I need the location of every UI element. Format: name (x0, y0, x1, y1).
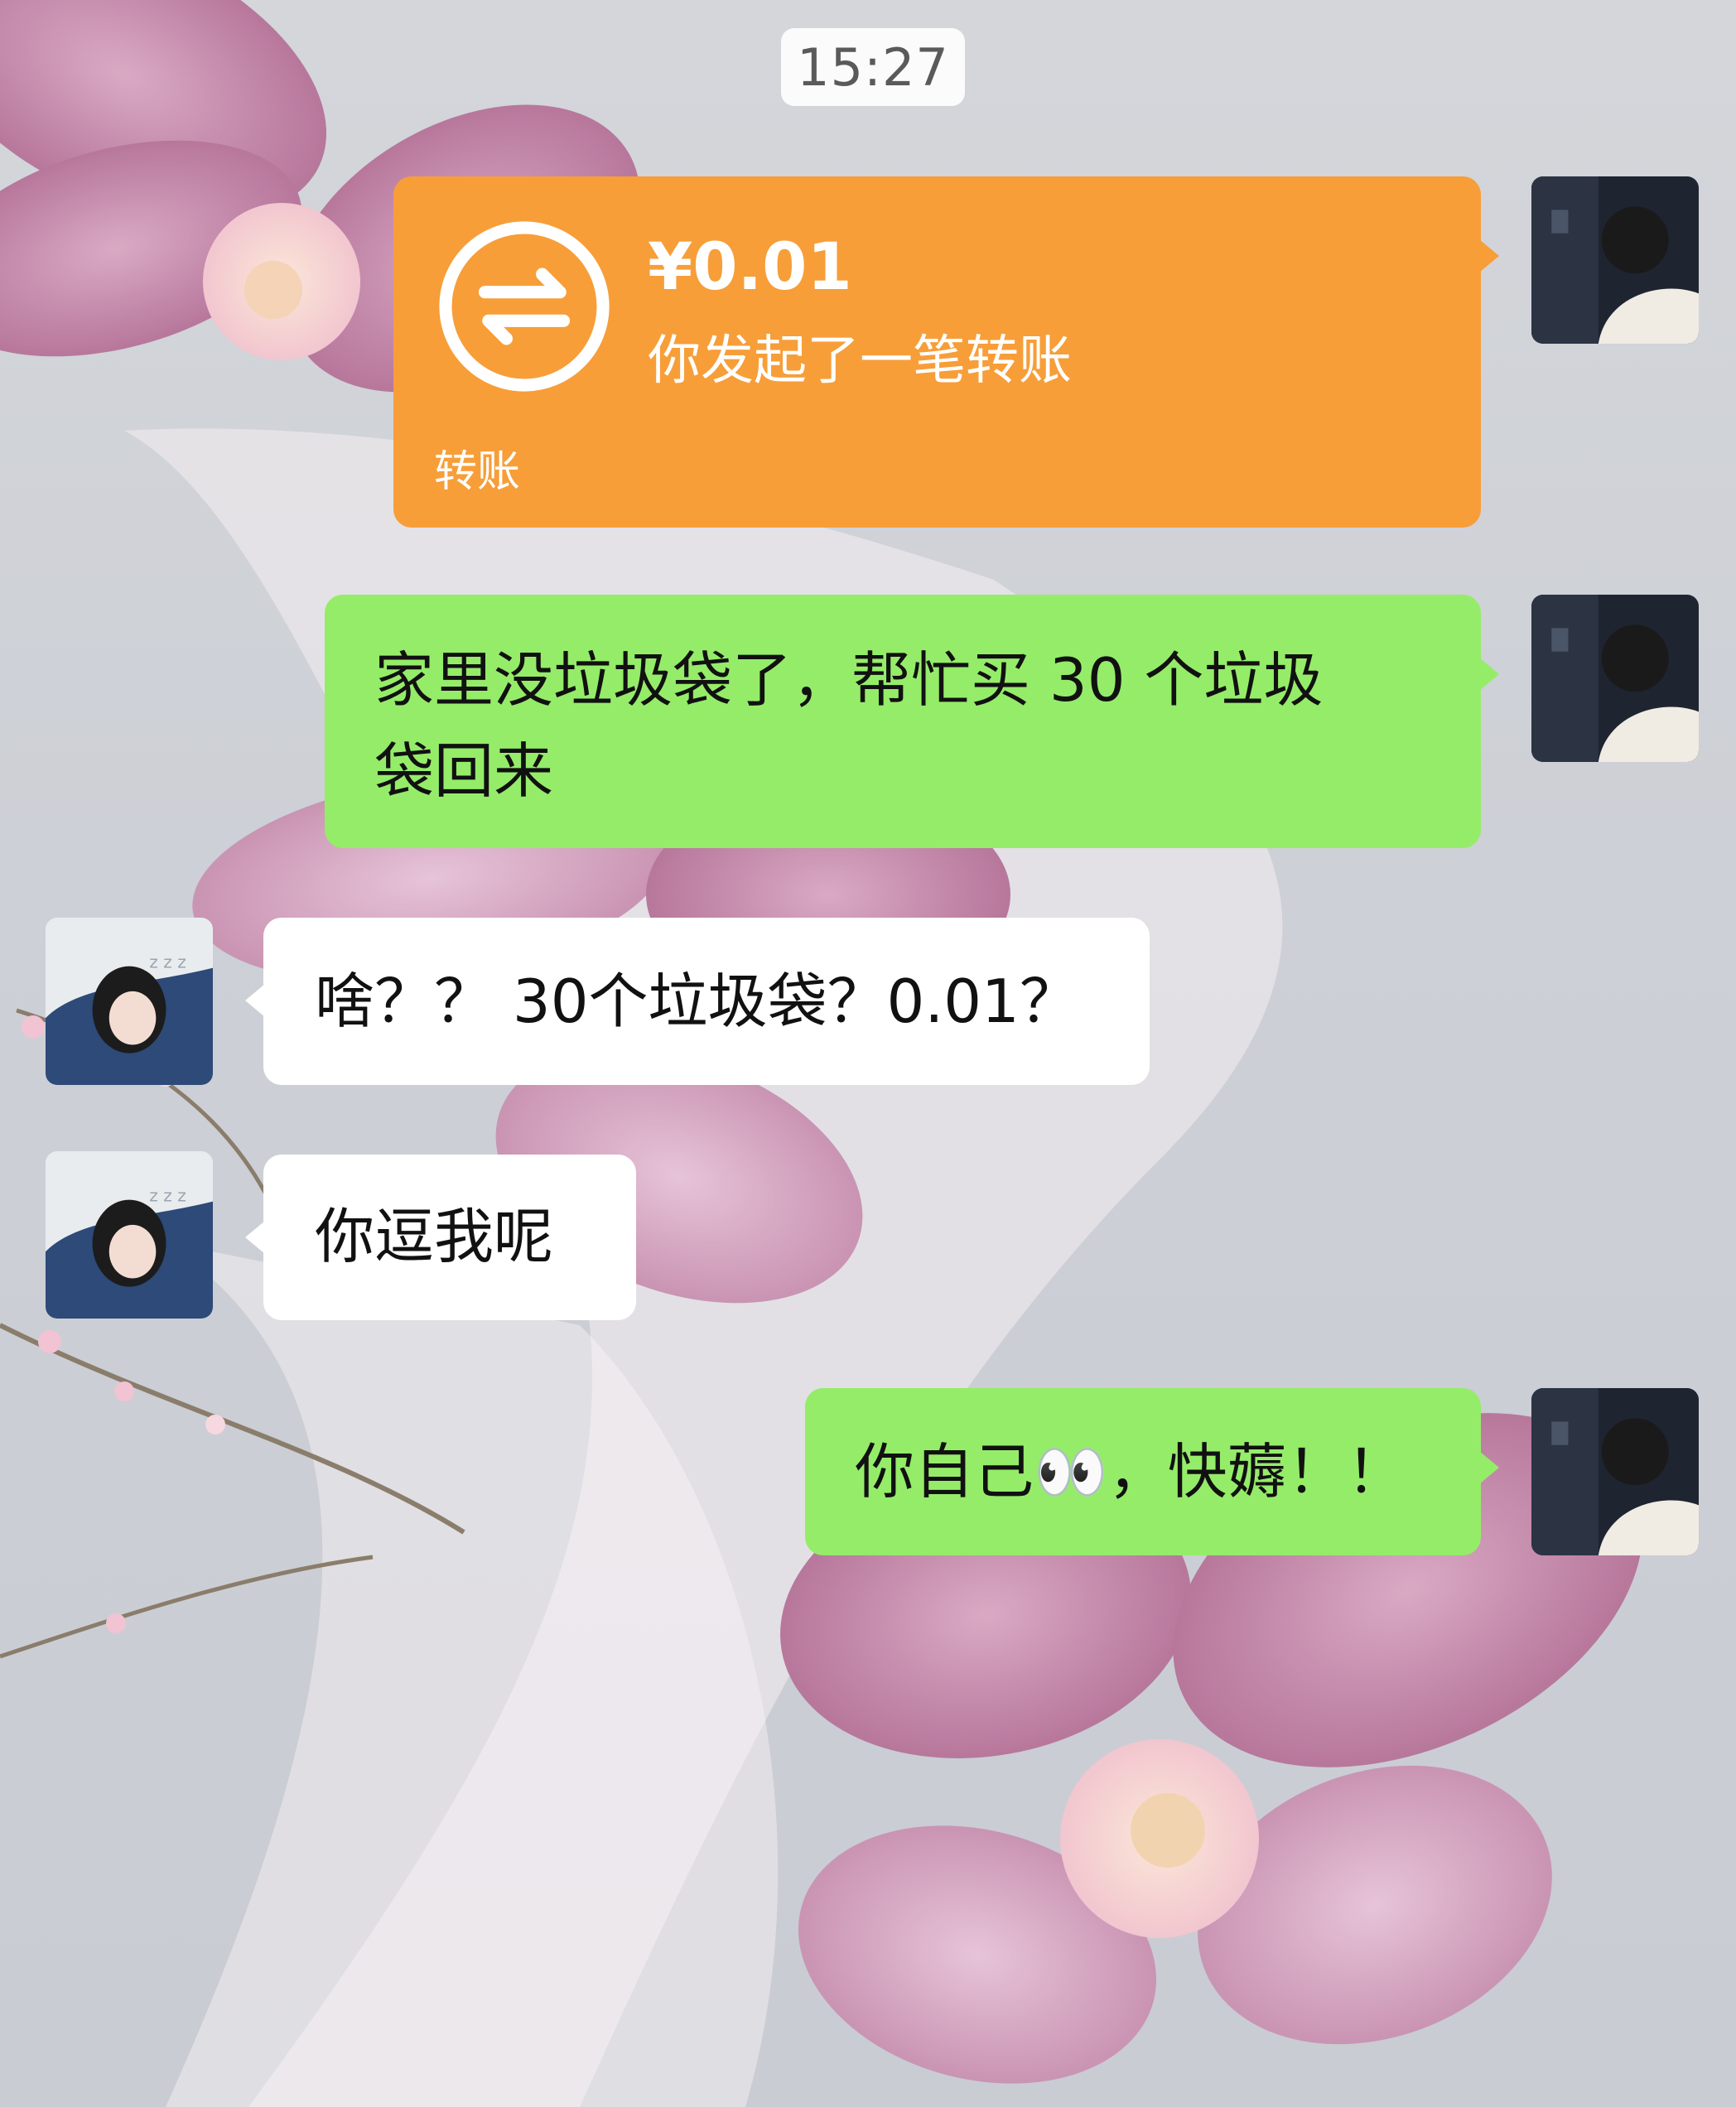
message-text: 啥？？ 30个垃圾袋？0.01？ (315, 967, 1079, 1036)
svg-text:z z z: z z z (149, 1186, 186, 1206)
self-avatar-image (1531, 176, 1699, 344)
text-message-bubble[interactable]: 你逗我呢 (245, 1155, 636, 1320)
message-text-line: 家里没垃圾袋了，帮忙买 30 个垃圾 (374, 645, 1324, 715)
message-text: 你逗我呢 (315, 1202, 554, 1271)
self-avatar-image (1531, 1388, 1699, 1555)
avatar-self[interactable] (1531, 176, 1699, 344)
transfer-amount: ¥0.01 (648, 230, 852, 305)
transfer-arrows-icon (439, 221, 610, 392)
eyes-emoji-icon: 👀 (1034, 1437, 1108, 1507)
avatar-other[interactable]: z z z (46, 1151, 213, 1319)
message-text-line: 袋回来 (374, 736, 554, 806)
self-avatar-image (1531, 595, 1699, 762)
text-message-bubble[interactable]: 家里没垃圾袋了，帮忙买 30 个垃圾 袋回来 (325, 595, 1499, 848)
other-avatar-image: z z z (46, 918, 213, 1085)
avatar-self[interactable] (1531, 1388, 1699, 1555)
message-timestamp: 15:27 (781, 28, 965, 106)
text-message-bubble[interactable]: 你自己👀，快薅！！ (805, 1388, 1499, 1555)
svg-text:z z z: z z z (149, 952, 186, 972)
message-text: ，快薅！！ (1107, 1437, 1406, 1507)
transfer-description: 你发起了一笔转账 (648, 330, 1072, 392)
message-text: 你自己 (855, 1437, 1034, 1507)
transfer-type-label: 转账 (434, 447, 521, 497)
text-message-bubble[interactable]: 啥？？ 30个垃圾袋？0.01？ (245, 918, 1150, 1085)
avatar-other[interactable]: z z z (46, 918, 213, 1085)
avatar-self[interactable] (1531, 595, 1699, 762)
other-avatar-image: z z z (46, 1151, 213, 1319)
